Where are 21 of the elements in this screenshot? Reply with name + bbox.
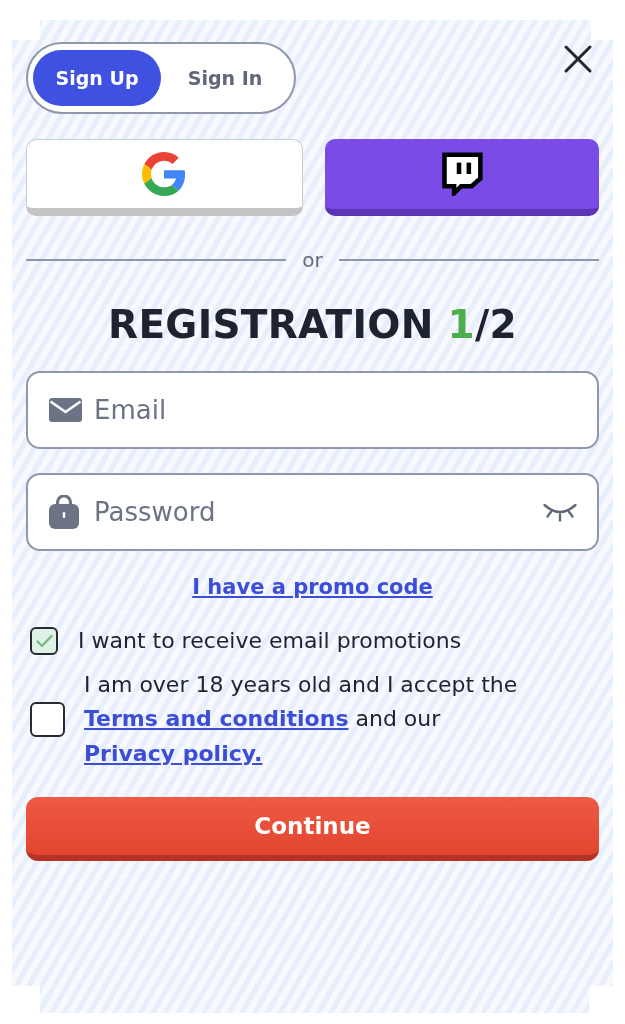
lock-icon: [49, 495, 79, 529]
registration-heading: REGISTRATION 1/2: [107, 303, 518, 347]
closed-eye-icon[interactable]: [543, 502, 577, 522]
speech-bubble-icon: [440, 152, 483, 196]
text-link[interactable]: Privacy policy.: [84, 740, 263, 766]
checkbox[interactable]: [30, 627, 58, 656]
checkbox-label: I am over 18 years old and I accept the Terms and conditions and our Privacy policy.: [84, 670, 519, 768]
tab[interactable]: Sign In: [161, 50, 289, 106]
continue-button[interactable]: Continue: [26, 797, 599, 861]
check-icon: [35, 633, 53, 649]
email-field[interactable]: Email: [26, 371, 599, 449]
envelope-icon: [49, 398, 82, 422]
checkbox-label: I want to receive email promotions: [78, 627, 462, 655]
divider-label: or: [302, 248, 323, 272]
social-login-button[interactable]: [324, 139, 599, 216]
tab[interactable]: Sign Up: [33, 50, 161, 106]
checkbox[interactable]: [30, 701, 65, 737]
password-field[interactable]: Password: [26, 473, 599, 551]
text-link[interactable]: Terms and conditions: [84, 706, 349, 731]
g-logo-icon: [142, 152, 187, 196]
promo-code-link[interactable]: I have a promo code: [192, 575, 433, 599]
